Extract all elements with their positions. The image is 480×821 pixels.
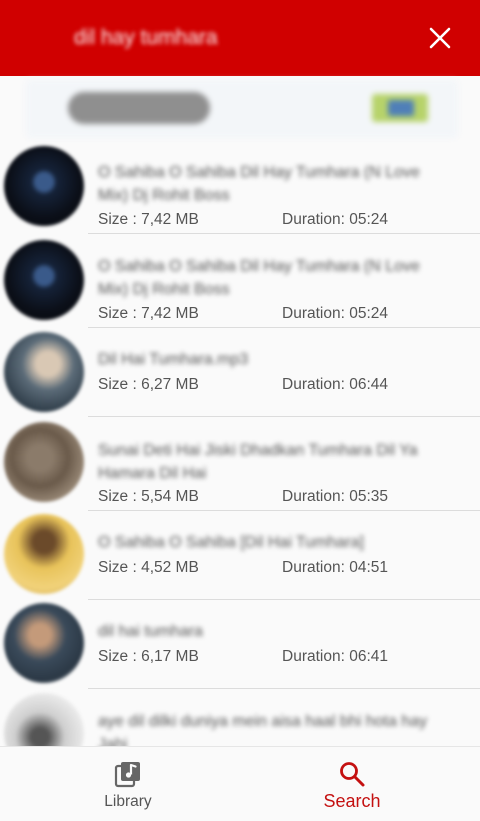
top-app-bar: dil hay tumhara [0,0,480,76]
track-duration: Duration: 06:44 [282,376,388,393]
track-thumbnail [4,603,84,683]
track-size: Size : 6,27 MB [98,376,199,393]
track-size: Size : 7,42 MB [98,211,199,228]
list-item[interactable]: O Sahiba O Sahiba Dil Hay Tumhara (N Lov… [0,234,480,328]
list-item[interactable]: O Sahiba O Sahiba Dil Hay Tumhara (N Lov… [0,140,480,234]
search-icon [337,759,367,789]
track-thumbnail [4,146,84,226]
track-size: Size : 5,54 MB [98,488,199,505]
track-duration: Duration: 04:51 [282,559,388,576]
list-item[interactable]: aye dil dilki duniya mein aisa haal bhi … [0,689,480,746]
tab-search-label: Search [323,791,381,811]
track-size: Size : 4,52 MB [98,559,199,576]
list-item[interactable]: Sunai Deti Hai Jiski Dhadkan Tumhara Dil… [0,417,480,511]
track-duration: Duration: 05:35 [282,488,388,505]
track-thumbnail [4,422,84,502]
search-query-title: dil hay tumhara [74,26,218,49]
track-duration: Duration: 05:24 [282,211,388,228]
track-title: O Sahiba O Sahiba Dil Hay Tumhara (N Lov… [98,164,420,204]
list-item[interactable]: O Sahiba O Sahiba [Dil Hai Tumhara] Size… [0,511,480,600]
tab-library-label: Library [104,793,152,810]
list-item[interactable]: dil hai tumhara Size : 6,17 MB Duration:… [0,600,480,689]
track-size: Size : 6,17 MB [98,648,199,665]
library-icon [113,759,143,789]
close-icon [429,27,451,49]
tab-library[interactable]: Library [8,747,248,821]
track-title: Sunai Deti Hai Jiski Dhadkan Tumhara Dil… [98,442,418,482]
ad-button[interactable] [68,92,210,124]
track-thumbnail [4,693,84,746]
track-duration: Duration: 05:24 [282,305,388,322]
track-size: Size : 7,42 MB [98,305,199,322]
track-title: Dil Hai Tumhara.mp3 [98,351,249,368]
track-title: O Sahiba O Sahiba Dil Hay Tumhara (N Lov… [98,258,420,298]
bottom-navigation: Library Search [0,746,480,821]
track-title: aye dil dilki duniya mein aisa haal bhi … [98,713,428,746]
ad-banner[interactable] [26,80,458,138]
list-item[interactable]: Dil Hai Tumhara.mp3 Size : 6,27 MB Durat… [0,328,480,417]
search-results-list[interactable]: O Sahiba O Sahiba Dil Hay Tumhara (N Lov… [0,140,480,746]
track-title: O Sahiba O Sahiba [Dil Hai Tumhara] [98,534,364,551]
track-duration: Duration: 06:41 [282,648,388,665]
ad-logo-mark [388,100,414,116]
tab-search[interactable]: Search [232,747,472,821]
track-thumbnail [4,332,84,412]
track-thumbnail [4,514,84,594]
track-thumbnail [4,240,84,320]
close-button[interactable] [420,18,460,58]
track-title: dil hai tumhara [98,623,203,640]
